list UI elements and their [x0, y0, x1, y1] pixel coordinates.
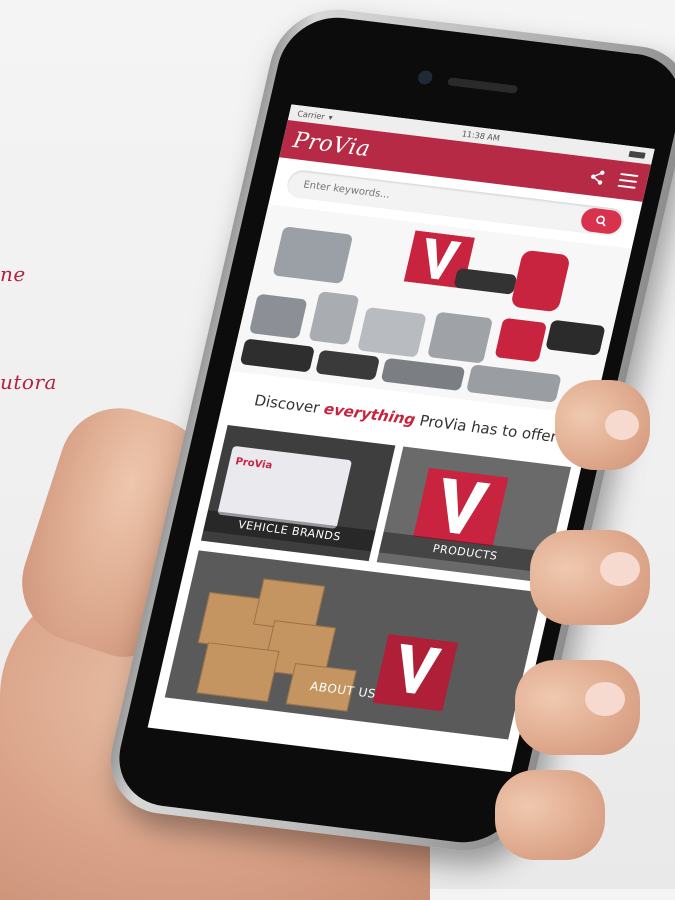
products-v-logo	[413, 467, 509, 547]
hamburger-menu-icon[interactable]	[617, 172, 639, 189]
provia-logo[interactable]: ProVia	[291, 128, 373, 162]
share-icon[interactable]	[587, 168, 606, 186]
hand-finger-pinky	[495, 770, 605, 860]
front-camera-icon	[416, 69, 434, 86]
wifi-icon: ▾	[327, 112, 334, 122]
part-motor	[272, 226, 354, 284]
status-time: 11:38 AM	[461, 128, 501, 143]
hand-finger-index	[555, 380, 650, 470]
discover-emphasis: everything	[322, 399, 418, 429]
part-valve-5	[494, 317, 548, 363]
about-us-banner[interactable]: ABOUT US	[164, 550, 543, 740]
finger-nail	[605, 410, 639, 440]
finger-nail	[600, 552, 640, 586]
earpiece-speaker	[446, 77, 519, 94]
status-left: Carrier ▾	[297, 109, 334, 122]
discover-prefix: Discover	[252, 391, 322, 417]
finger-nail	[585, 682, 625, 716]
tile-vehicle-brands[interactable]: ProVia VEHICLE BRANDS	[200, 424, 396, 562]
part-valve-4	[427, 311, 494, 364]
part-sensors	[380, 357, 466, 392]
part-pads-1	[239, 338, 316, 373]
search-button[interactable]	[578, 206, 624, 236]
hand-finger-ring	[515, 660, 640, 755]
discover-suffix: ProVia has to offer	[417, 411, 559, 446]
part-valve-3	[357, 307, 427, 358]
part-bar	[545, 319, 606, 356]
part-valve-2	[308, 291, 360, 346]
hand-finger-middle	[530, 530, 650, 625]
status-right	[628, 150, 646, 159]
part-misc	[465, 364, 562, 403]
carrier-label: Carrier	[296, 108, 326, 121]
part-valve-1	[248, 293, 308, 339]
part-dryer	[510, 249, 571, 313]
app-actions	[587, 168, 639, 190]
search-icon	[596, 215, 606, 227]
part-pads-2	[315, 349, 381, 381]
battery-icon	[628, 150, 646, 159]
part-hose	[453, 267, 518, 295]
